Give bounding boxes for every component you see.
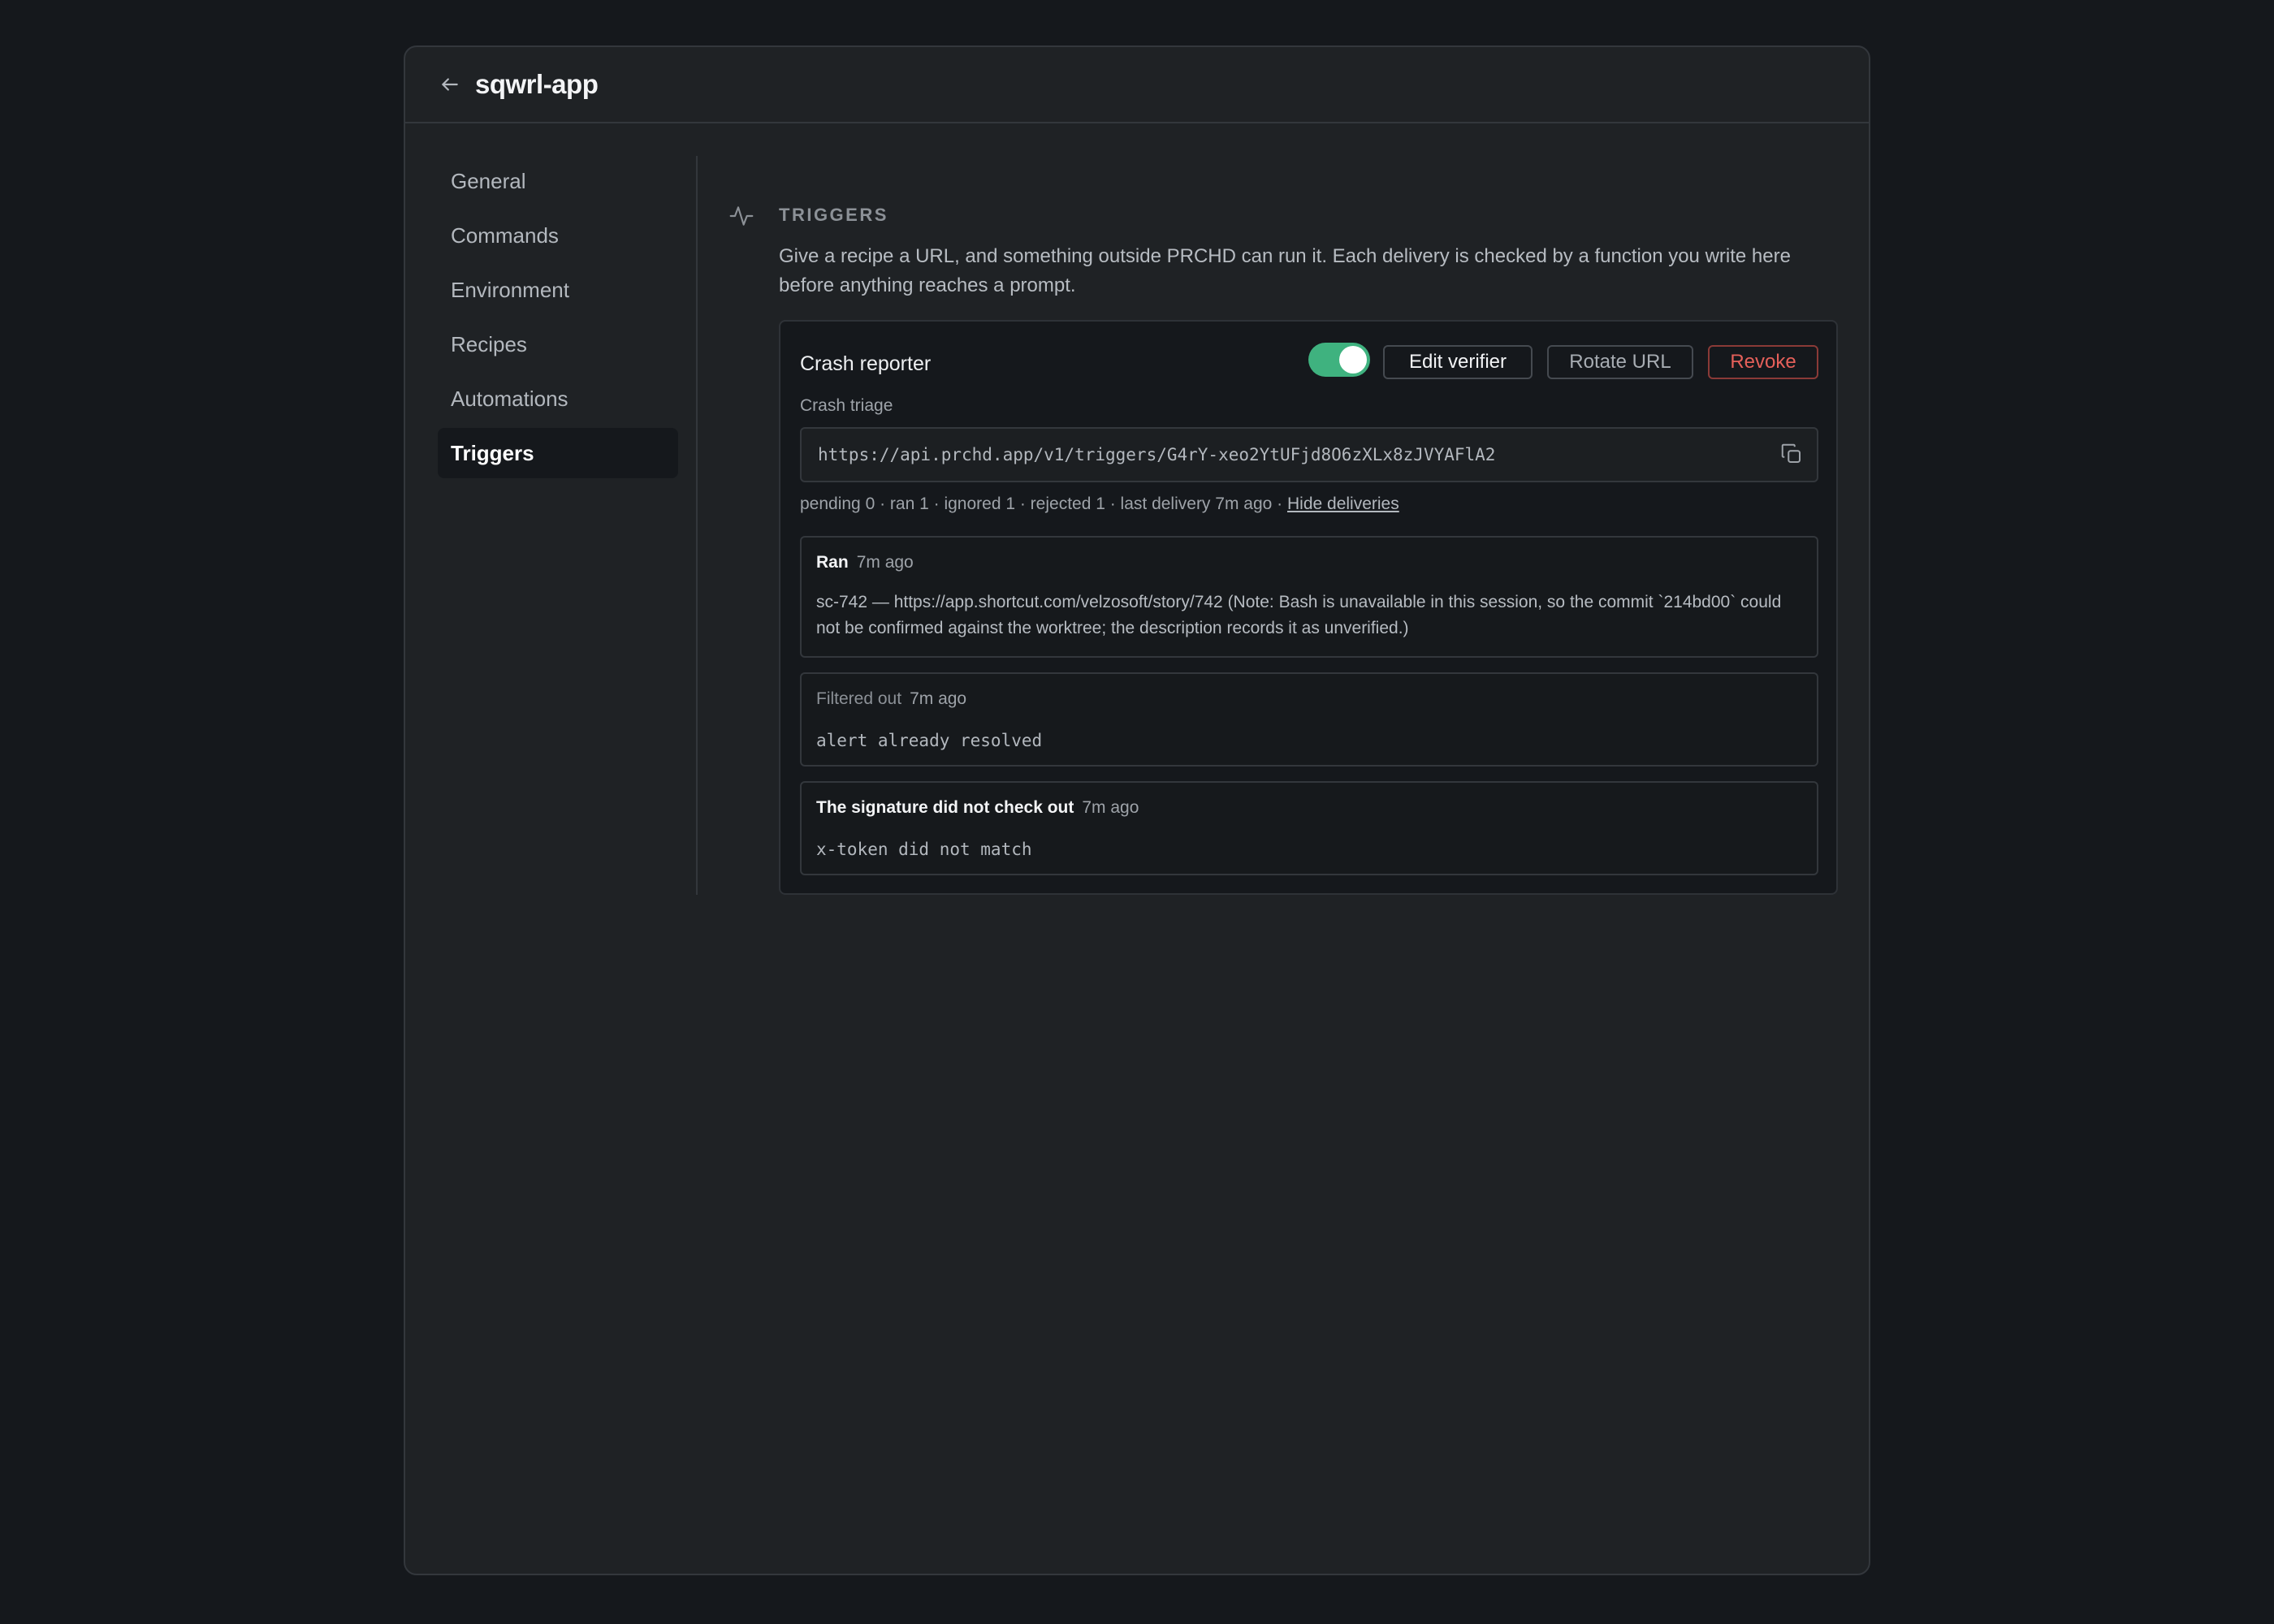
delivery-stats: pending 0 · ran 1 · ignored 1 · rejected… xyxy=(800,492,1399,516)
delivery-status: Filtered out xyxy=(816,689,902,708)
hide-deliveries-link[interactable]: Hide deliveries xyxy=(1287,495,1399,513)
settings-panel: sqwrl-app General Commands Environment R… xyxy=(404,45,1870,1575)
section-description: Give a recipe a URL, and something outsi… xyxy=(779,245,1791,296)
sidebar-item-triggers[interactable]: Triggers xyxy=(438,428,678,478)
header: sqwrl-app xyxy=(405,47,1869,123)
delivery-body: x-token did not match xyxy=(816,840,1032,859)
sidebar-item-commands[interactable]: Commands xyxy=(438,210,678,261)
trigger-url[interactable]: https://api.prchd.app/v1/triggers/G4rY-x… xyxy=(818,429,1495,481)
delivery-item: The signature did not check out 7m ago x-… xyxy=(800,781,1818,875)
sidebar-item-environment[interactable]: Environment xyxy=(438,265,678,315)
delivery-time: 7m ago xyxy=(1082,798,1139,817)
sidebar-item-general[interactable]: General xyxy=(438,156,678,206)
delivery-stats-text: pending 0 · ran 1 · ignored 1 · rejected… xyxy=(800,495,1283,513)
delivery-time: 7m ago xyxy=(856,553,914,572)
delivery-header: Ran 7m ago xyxy=(816,552,1802,573)
page-title: sqwrl-app xyxy=(475,69,599,99)
delivery-header: The signature did not check out 7m ago xyxy=(816,797,1802,818)
trigger-card: Crash reporter Edit verifier Rotate URL … xyxy=(779,320,1838,895)
trigger-enabled-toggle[interactable] xyxy=(1308,343,1370,377)
delivery-status: Ran xyxy=(816,553,849,572)
rotate-url-button[interactable]: Rotate URL xyxy=(1547,345,1693,379)
activity-icon xyxy=(729,206,754,226)
sidebar-item-recipes[interactable]: Recipes xyxy=(438,319,678,369)
section-title: TRIGGERS xyxy=(779,205,888,225)
delivery-header: Filtered out 7m ago xyxy=(816,689,1802,710)
back-button[interactable] xyxy=(438,72,462,97)
delivery-time: 7m ago xyxy=(910,689,967,708)
trigger-url-field[interactable]: https://api.prchd.app/v1/triggers/G4rY-x… xyxy=(800,427,1818,482)
arrow-left-icon xyxy=(442,78,458,91)
trigger-name: Crash reporter xyxy=(800,352,932,375)
delivery-body: alert already resolved xyxy=(816,731,1043,750)
delivery-item: Filtered out 7m ago alert already resolve… xyxy=(800,672,1818,767)
sidebar-item-automations[interactable]: Automations xyxy=(438,374,678,424)
copy-icon[interactable] xyxy=(1779,442,1804,466)
sidebar: General Commands Environment Recipes Aut… xyxy=(438,156,678,482)
edit-verifier-button[interactable]: Edit verifier xyxy=(1383,345,1533,379)
toggle-knob xyxy=(1339,346,1367,374)
sidebar-divider xyxy=(696,156,698,895)
delivery-body: sc-742 — https://app.shortcut.com/velzos… xyxy=(816,593,1782,637)
recipe-name: Crash triage xyxy=(800,396,893,415)
revoke-button[interactable]: Revoke xyxy=(1708,345,1818,379)
delivery-item: Ran 7m ago sc-742 — https://app.shortcut.… xyxy=(800,536,1818,658)
delivery-status: The signature did not check out xyxy=(816,798,1074,817)
